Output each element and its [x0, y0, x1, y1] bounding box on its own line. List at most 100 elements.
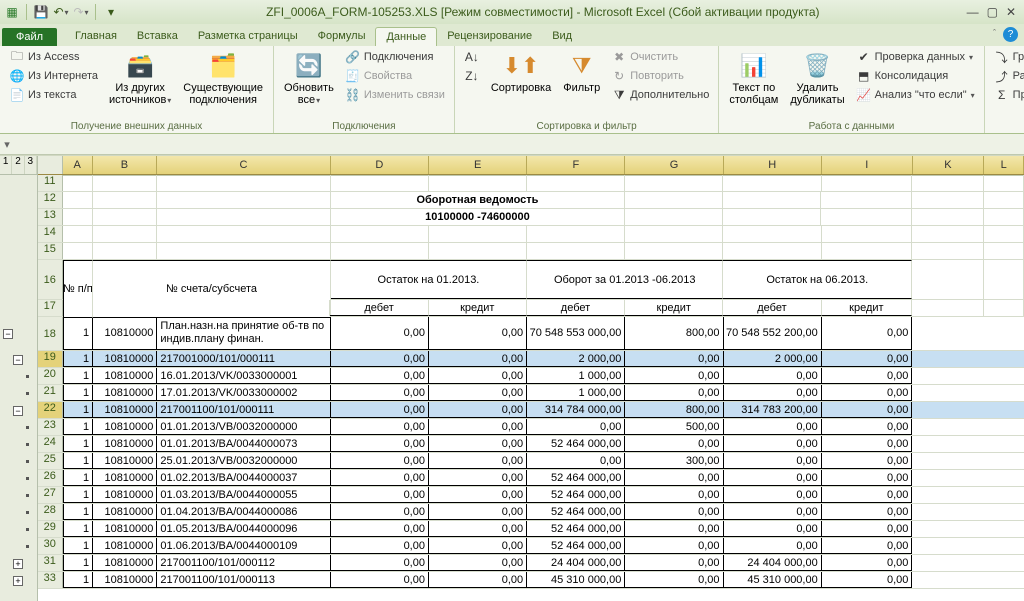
cell[interactable] — [912, 385, 984, 401]
cell[interactable] — [157, 175, 330, 191]
cell[interactable]: 0,00 — [822, 538, 913, 554]
cell[interactable] — [157, 243, 330, 259]
cell[interactable]: 52 464 000,00 — [527, 538, 625, 554]
cell[interactable]: 10810000 — [93, 436, 157, 452]
cell[interactable]: 16.01.2013/VK/0033000001 — [157, 368, 330, 384]
cell[interactable]: 0,00 — [822, 470, 913, 486]
column-header[interactable]: A — [63, 156, 93, 174]
row-header[interactable]: 29 — [38, 521, 63, 537]
outline-level-button[interactable]: 1 — [0, 156, 12, 174]
cell[interactable]: 10810000 — [93, 504, 157, 520]
cell[interactable] — [912, 402, 984, 418]
cell[interactable]: 52 464 000,00 — [527, 470, 625, 486]
cell[interactable]: 0,00 — [429, 402, 527, 418]
cell[interactable]: 0,00 — [724, 487, 822, 503]
cell[interactable] — [912, 368, 984, 384]
row-header[interactable]: 12 — [38, 192, 63, 208]
redo-icon[interactable]: ↷▾ — [73, 4, 89, 20]
cell[interactable] — [984, 351, 1024, 367]
cell[interactable]: 0,00 — [822, 436, 913, 452]
ribbon-tab[interactable]: Разметка страницы — [188, 27, 308, 46]
cell[interactable] — [157, 226, 330, 242]
sort-button[interactable]: ⬇⬆Сортировка — [487, 48, 555, 96]
cell[interactable]: 0,00 — [625, 470, 723, 486]
cell[interactable]: 0,00 — [822, 487, 913, 503]
cell[interactable]: 1 000,00 — [527, 385, 625, 401]
cell[interactable]: 0,00 — [429, 572, 527, 588]
cell[interactable] — [984, 243, 1024, 259]
cell[interactable]: 1 — [63, 487, 94, 503]
cell[interactable]: 0,00 — [724, 538, 822, 554]
cell[interactable] — [157, 192, 331, 208]
cell[interactable]: 10810000 — [93, 419, 157, 435]
cell[interactable] — [984, 419, 1024, 435]
cell[interactable]: 217001100/101/000112 — [157, 555, 330, 571]
cell[interactable] — [429, 175, 527, 191]
cell[interactable]: 0,00 — [429, 538, 527, 554]
cell[interactable]: 0,00 — [331, 538, 429, 554]
cell[interactable]: 0,00 — [331, 385, 429, 401]
cell[interactable]: 1 — [63, 572, 94, 588]
cell[interactable] — [625, 209, 723, 225]
row-header[interactable]: 24 — [38, 436, 63, 452]
cell[interactable] — [527, 226, 625, 242]
row-header[interactable]: 13 — [38, 209, 63, 225]
cell[interactable]: 0,00 — [822, 555, 913, 571]
cell[interactable] — [723, 243, 821, 259]
remove-duplicates-button[interactable]: 🗑️Удалить дубликаты — [786, 48, 848, 108]
cell[interactable]: 0,00 — [429, 351, 527, 367]
cell[interactable] — [984, 470, 1024, 486]
cell[interactable]: 0,00 — [724, 419, 822, 435]
from-text-button[interactable]: 📄Из текста — [6, 86, 101, 104]
cell[interactable]: 800,00 — [625, 402, 723, 418]
cell[interactable]: 314 784 000,00 — [527, 402, 625, 418]
cell[interactable]: 0,00 — [822, 351, 913, 367]
outline-toggle[interactable]: − — [13, 406, 23, 416]
cell[interactable]: 0,00 — [822, 317, 913, 350]
outline-toggle[interactable]: + — [13, 576, 23, 586]
cell[interactable]: 0,00 — [625, 504, 723, 520]
cell[interactable]: 0,00 — [429, 368, 527, 384]
cell[interactable] — [984, 209, 1024, 225]
row-header[interactable]: 21 — [38, 385, 63, 401]
cell[interactable]: 0,00 — [429, 419, 527, 435]
cell[interactable] — [912, 419, 984, 435]
cell[interactable]: 10100000 -74600000 — [331, 209, 625, 225]
cell[interactable]: 0,00 — [724, 385, 822, 401]
cell[interactable]: 1 — [63, 555, 94, 571]
cell[interactable] — [821, 192, 912, 208]
column-header[interactable]: I — [822, 156, 913, 174]
cell[interactable]: 52 464 000,00 — [527, 487, 625, 503]
save-icon[interactable]: 💾 — [33, 4, 49, 20]
column-header[interactable]: K — [913, 156, 985, 174]
cell[interactable]: 10810000 — [93, 402, 157, 418]
cell[interactable]: 800,00 — [625, 317, 723, 350]
cell[interactable] — [912, 226, 984, 242]
cell[interactable]: 0,00 — [527, 453, 625, 469]
text-to-columns-button[interactable]: 📊Текст по столбцам — [725, 48, 782, 108]
data-validation-button[interactable]: ✔Проверка данных▾ — [853, 48, 978, 66]
cell[interactable]: 0,00 — [625, 487, 723, 503]
cell[interactable] — [429, 243, 527, 259]
cell[interactable] — [984, 504, 1024, 520]
cell[interactable]: 0,00 — [331, 504, 429, 520]
row-header[interactable]: 19 — [38, 351, 63, 367]
cell[interactable] — [984, 192, 1024, 208]
cell[interactable] — [984, 521, 1024, 537]
cell[interactable]: 10810000 — [93, 453, 157, 469]
row-header[interactable]: 23 — [38, 419, 63, 435]
cell[interactable]: 24 404 000,00 — [724, 555, 822, 571]
cell[interactable] — [984, 487, 1024, 503]
cell[interactable] — [984, 572, 1024, 588]
outline-toggle[interactable]: + — [13, 559, 23, 569]
sort-desc-button[interactable]: Z↓ — [461, 67, 483, 85]
cell[interactable]: 1 — [63, 436, 94, 452]
cell[interactable] — [984, 317, 1024, 350]
cell[interactable]: 0,00 — [625, 538, 723, 554]
cell[interactable]: 1 — [63, 385, 94, 401]
cell[interactable]: 24 404 000,00 — [527, 555, 625, 571]
cell[interactable]: 0,00 — [331, 521, 429, 537]
cell[interactable]: 10810000 — [93, 555, 157, 571]
existing-connections-button[interactable]: 🗂️Существующие подключения — [179, 48, 267, 108]
row-header[interactable]: 27 — [38, 487, 63, 503]
